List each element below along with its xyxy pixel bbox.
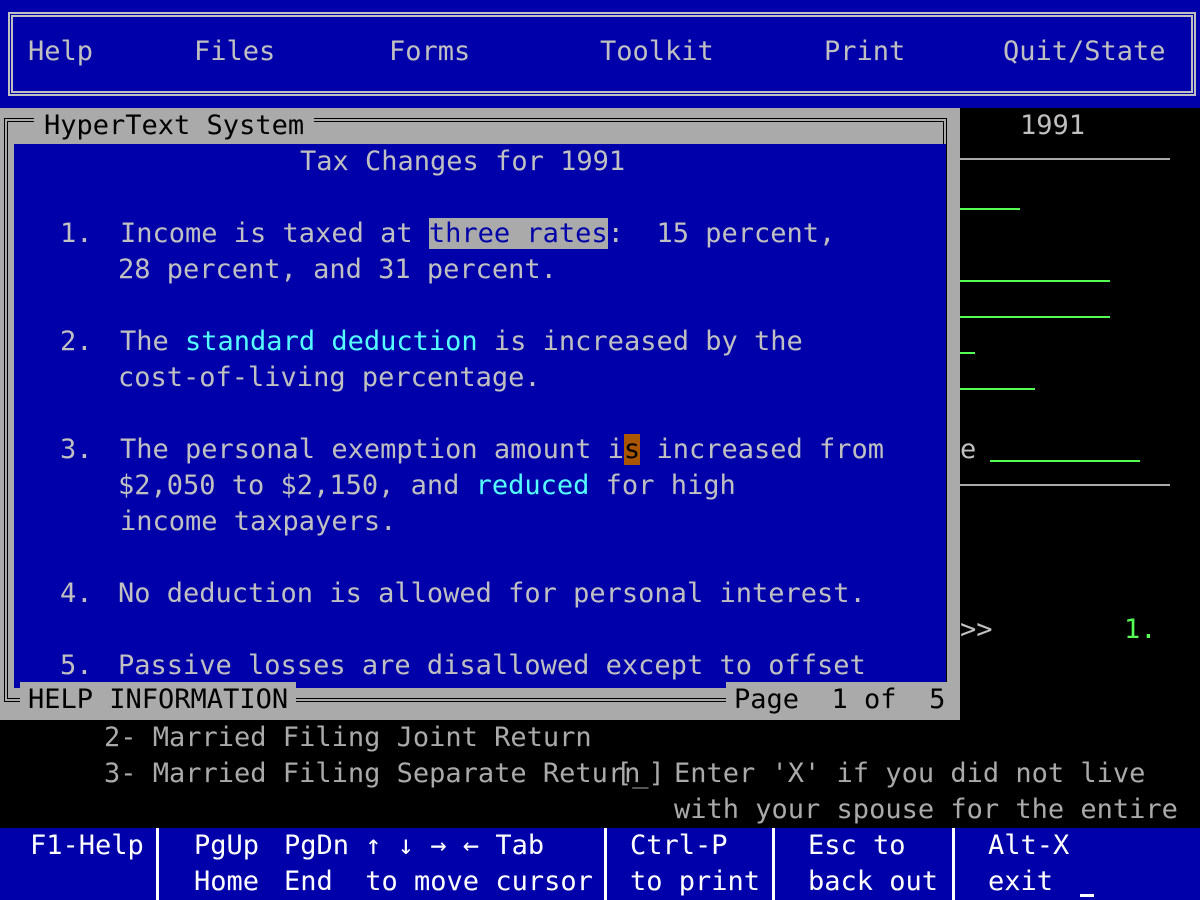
filing-status-separate: 3- Married Filing Separate Return [104,758,641,789]
key-alt-x-desc: exit [988,866,1054,897]
item-3-line-2-post: for high [589,470,736,501]
item-2-pre: The [120,326,186,357]
item-2-post: is increased by the [477,326,803,357]
key-divider [604,828,607,900]
form-line-number: 1. [1124,614,1157,645]
link-standard-deduction[interactable]: standard deduction [185,326,478,357]
menu-bar: Help Files Forms Toolkit Print Quit/Stat… [0,0,1200,108]
instruction-line-2: with your spouse for the entire [674,794,1178,825]
help-window-title: HyperText System [34,108,315,144]
item-1-number: 1. [60,218,93,249]
key-alt-x[interactable]: Alt-X [988,828,1069,864]
item-1-line-2: 28 percent, and 31 percent. [118,254,557,285]
item-3-line-2: $2,050 to $2,150, and reduced for high [118,468,736,504]
text-cursor: s [623,434,641,465]
item-3-post: increased from [640,434,885,465]
function-key-bar: F1-Help PgUp Home PgDn ↑ ↓ → ← Tab End t… [0,828,1200,900]
help-heading: Tax Changes for 1991 [300,146,626,177]
help-information-label: HELP INFORMATION [20,682,297,718]
form-divider-mid [960,484,1170,486]
form-entry-line-c[interactable] [960,316,1110,318]
help-content-pane[interactable]: Tax Changes for 1991 1. Income is taxed … [14,144,946,688]
instruction-line-1: Enter 'X' if you did not live [674,758,1146,789]
key-end-move-cursor[interactable]: End to move cursor [284,864,593,900]
menu-files[interactable]: Files [194,34,275,70]
key-esc[interactable]: Esc to [808,828,906,864]
link-reduced[interactable]: reduced [476,470,590,501]
form-entry-line-f[interactable] [990,460,1140,462]
filing-status-joint: 2- Married Filing Joint Return [104,722,592,753]
key-pgdn-arrows-tab[interactable]: PgDn ↑ ↓ → ← Tab [284,828,544,864]
menu-quit-state[interactable]: Quit/State [1003,34,1166,70]
form-divider-top [960,158,1170,160]
item-1-post: : 15 percent, [607,218,836,249]
item-3-pre: The personal exemption amount i [120,434,624,465]
item-2-line-1: The standard deduction is increased by t… [120,324,803,360]
key-divider [952,828,955,900]
link-three-rates[interactable]: three rates [428,218,608,249]
form-prompt-marker: >> [960,614,993,645]
item-1-line-1: Income is taxed at three rates: 15 perce… [120,216,835,252]
form-entry-line-b[interactable] [960,280,1110,282]
blinking-cursor [1080,894,1094,897]
key-divider [772,828,775,900]
item-5-text: Passive losses are disallowed except to … [118,650,866,681]
menu-toolkit[interactable]: Toolkit [600,34,714,70]
menu-print[interactable]: Print [824,34,905,70]
separate-return-checkbox[interactable]: [_] [616,756,665,792]
key-ctrl-p-desc: to print [630,866,761,897]
form-entry-line-a[interactable] [960,208,1020,210]
item-5-number: 5. [60,650,93,681]
key-divider [156,828,159,900]
hypertext-help-window: HyperText System Tax Changes for 1991 1.… [0,108,960,720]
page-indicator: Page 1 of 5 [726,682,954,718]
form-entry-line-d[interactable] [960,352,975,354]
item-3-line-1: The personal exemption amount is increas… [120,432,884,468]
key-f1-help[interactable]: F1-Help [30,828,144,864]
menu-forms[interactable]: Forms [389,34,470,70]
key-pgup[interactable]: PgUp [194,828,259,864]
key-home[interactable]: Home [194,864,259,900]
item-4-text: No deduction is allowed for personal int… [118,578,866,609]
key-esc-desc: back out [808,866,939,897]
form-entry-line-e[interactable] [960,388,1035,390]
key-ctrl-p[interactable]: Ctrl-P [630,828,728,864]
menu-help[interactable]: Help [28,34,93,70]
form-year: 1991 [1020,110,1086,141]
item-1-pre: Income is taxed at [120,218,429,249]
item-2-number: 2. [60,326,93,357]
item-4-number: 4. [60,578,93,609]
dos-screen: Help Files Forms Toolkit Print Quit/Stat… [0,0,1200,900]
item-3-number: 3. [60,434,93,465]
item-2-line-2: cost-of-living percentage. [118,362,541,393]
item-3-line-2-pre: $2,050 to $2,150, and [118,470,476,501]
form-partial-label: e [960,434,977,465]
item-3-line-3: income taxpayers. [120,506,397,537]
